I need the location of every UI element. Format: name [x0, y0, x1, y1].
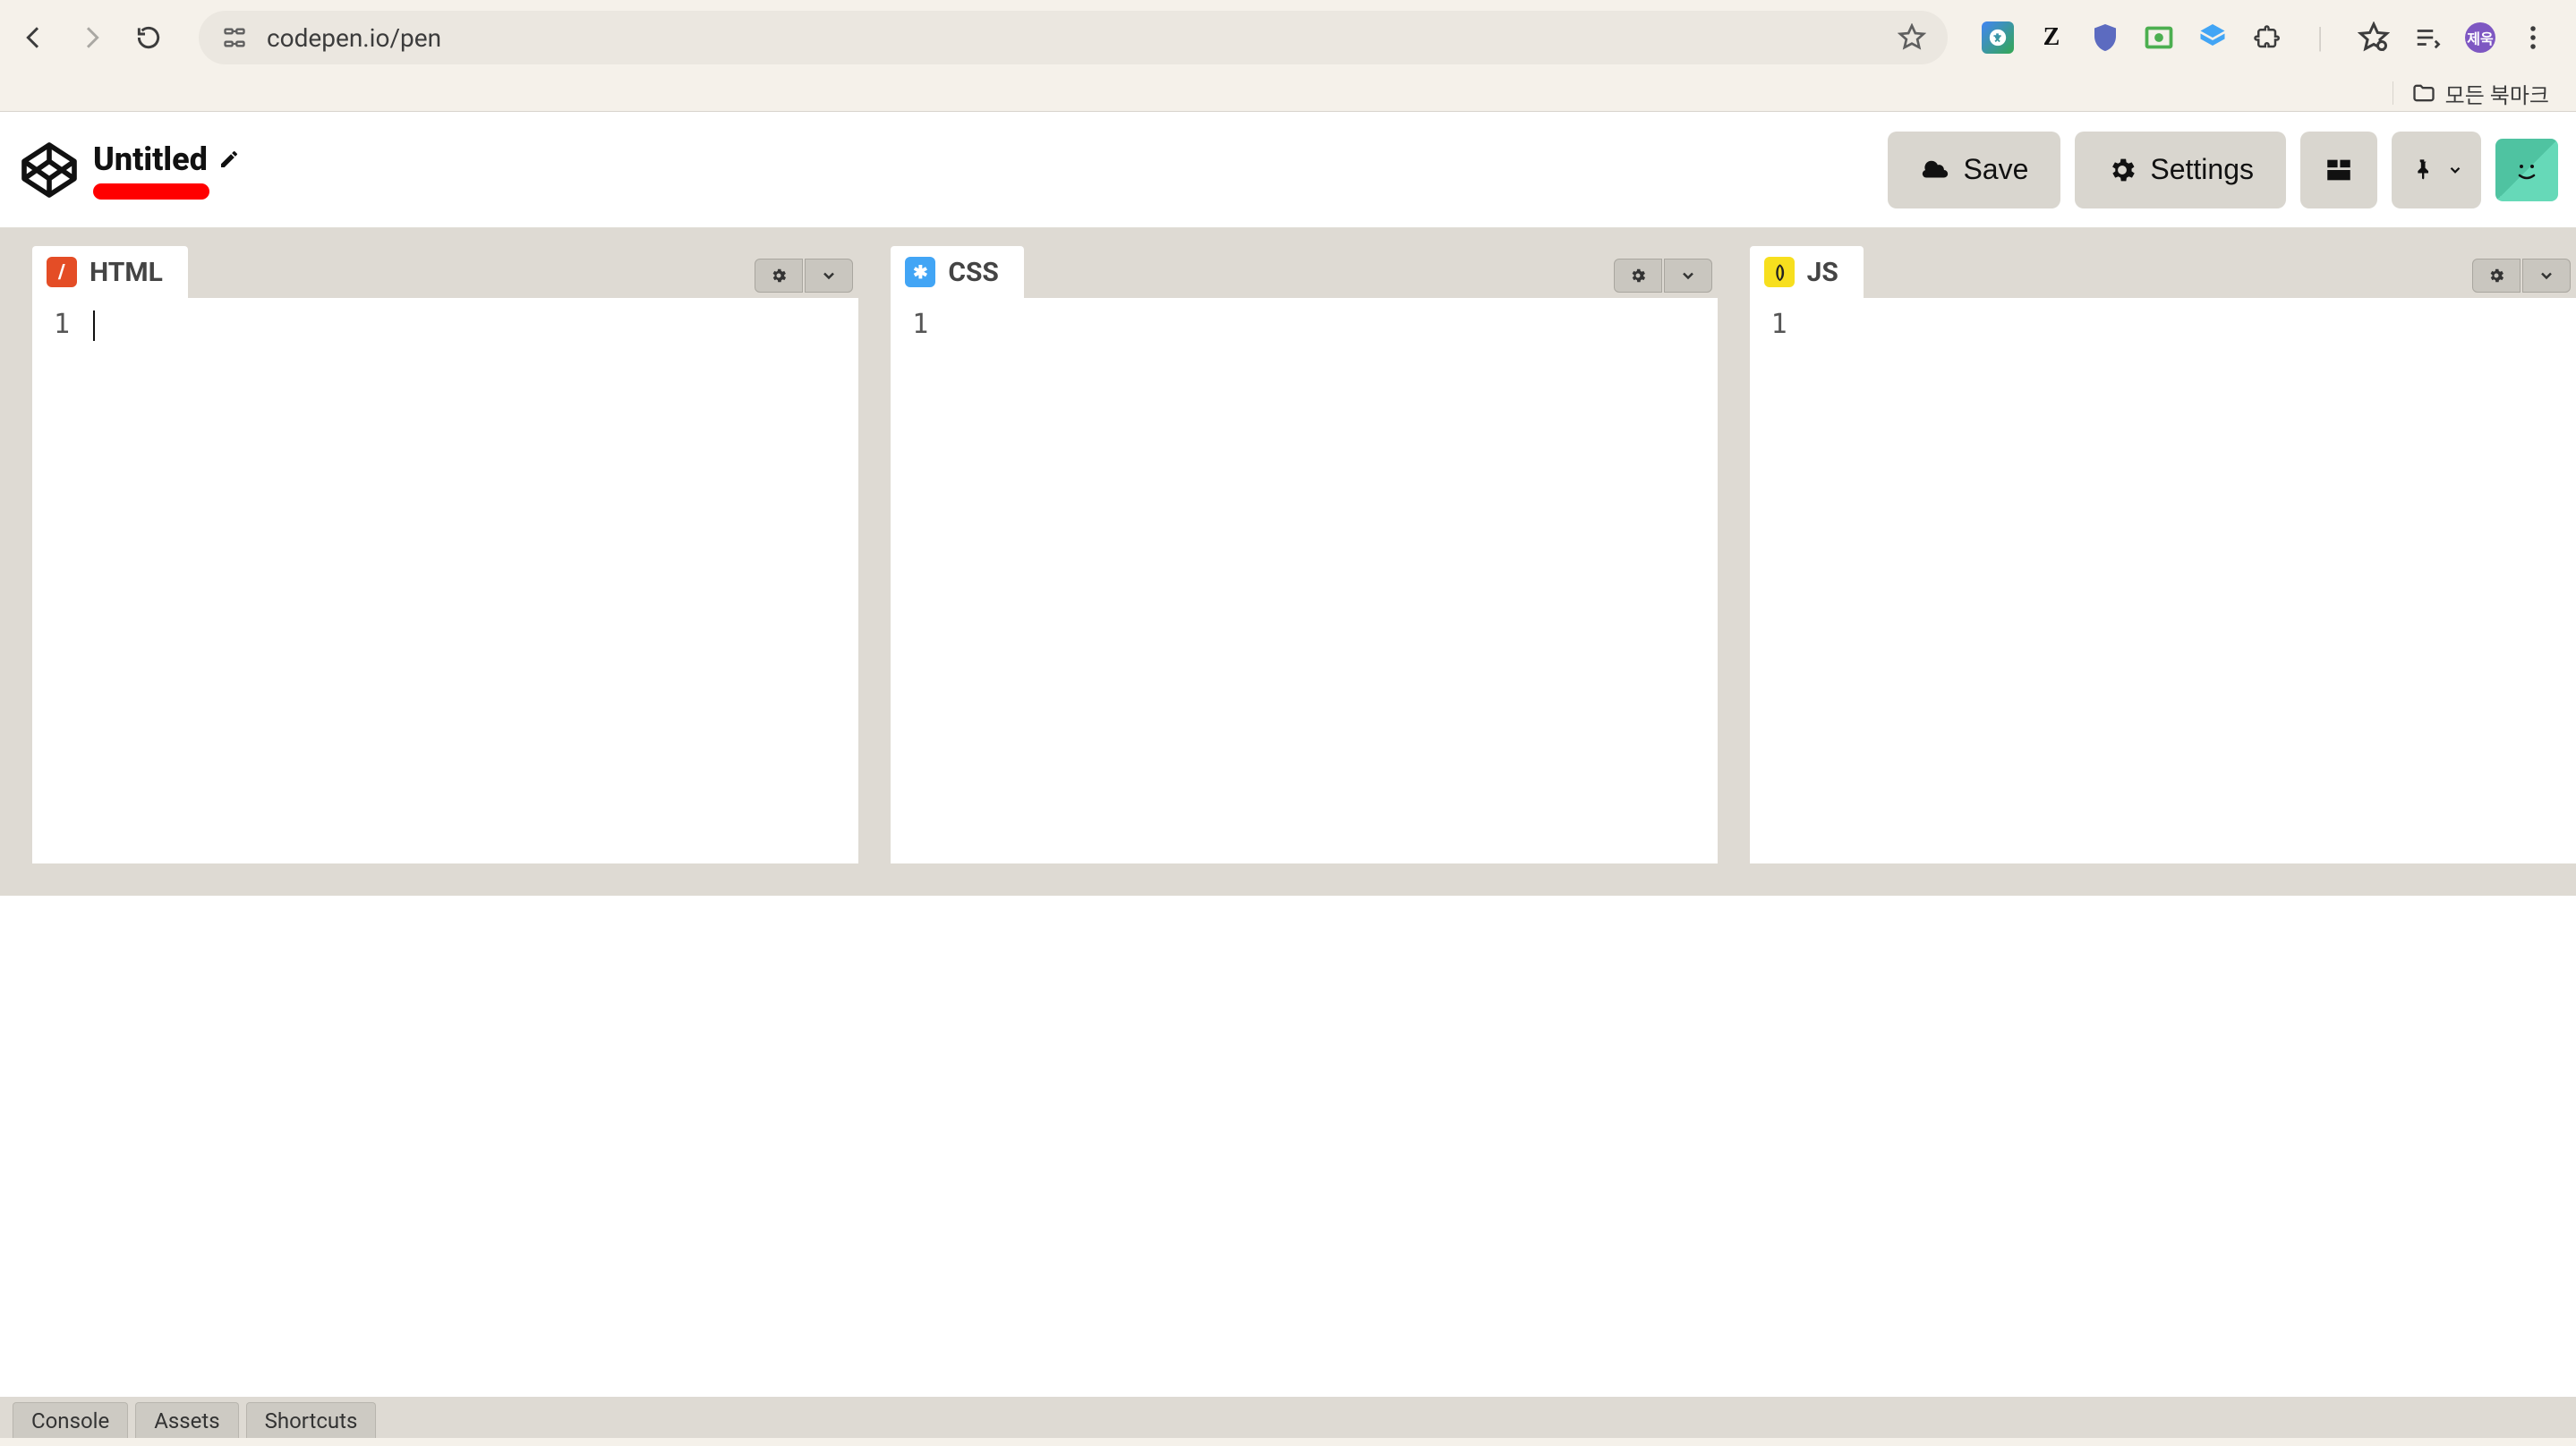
pin-button[interactable]	[2392, 132, 2481, 208]
reload-button[interactable]	[132, 21, 165, 54]
preview-pane[interactable]	[0, 896, 2576, 1397]
footer-bar: Console Assets Shortcuts	[0, 1397, 2576, 1438]
js-code-area[interactable]	[1800, 298, 2576, 863]
blue-extension-icon[interactable]	[2196, 21, 2229, 54]
settings-button[interactable]: Settings	[2075, 132, 2286, 208]
browser-menu-icon[interactable]	[2517, 21, 2549, 54]
settings-label: Settings	[2150, 153, 2254, 186]
layout-button[interactable]	[2300, 132, 2377, 208]
js-editor[interactable]: 1	[1750, 298, 2576, 863]
url-text[interactable]: codepen.io/pen	[267, 23, 1880, 53]
edit-title-icon[interactable]	[218, 149, 240, 170]
forward-button[interactable]	[75, 21, 107, 54]
codepen-logo-icon[interactable]	[18, 139, 81, 201]
user-avatar[interactable]	[2495, 139, 2558, 201]
html-tab[interactable]: HTML	[32, 246, 188, 298]
js-chevron-down-icon[interactable]	[2522, 259, 2571, 293]
browser-toolbar: codepen.io/pen Z | 제욱	[0, 0, 2576, 75]
css-chevron-down-icon[interactable]	[1664, 259, 1712, 293]
z-extension-icon[interactable]: Z	[2035, 21, 2068, 54]
html-panel: HTML 1	[32, 246, 858, 863]
save-button[interactable]: Save	[1888, 132, 2060, 208]
html-editor[interactable]: 1	[32, 298, 858, 863]
codepen-header: Untitled Save Settings	[0, 112, 2576, 228]
html-settings-icon[interactable]	[755, 259, 803, 293]
css-panel: CSS 1	[891, 246, 1717, 863]
extensions-icon[interactable]	[2250, 21, 2282, 54]
css-editor[interactable]: 1	[891, 298, 1717, 863]
editor-area: HTML 1 CSS	[0, 228, 2576, 896]
js-lang-label: JS	[1807, 257, 1838, 288]
back-button[interactable]	[18, 21, 50, 54]
toolbar-separator: |	[2304, 21, 2336, 54]
bookmark-bar: 모든 북마크	[0, 75, 2576, 111]
css-lang-icon	[905, 257, 935, 287]
html-lang-icon	[47, 257, 77, 287]
js-settings-icon[interactable]	[2472, 259, 2521, 293]
cursor-icon	[93, 310, 95, 341]
extension-icons: Z | 제욱	[1982, 21, 2558, 54]
reading-list-icon[interactable]	[2411, 21, 2444, 54]
css-tab[interactable]: CSS	[891, 246, 1024, 298]
bookmark-star-2-icon[interactable]	[2358, 21, 2390, 54]
html-chevron-down-icon[interactable]	[805, 259, 853, 293]
save-label: Save	[1963, 153, 2028, 186]
js-panel: JS 1	[1750, 246, 2576, 863]
bookmark-star-icon[interactable]	[1898, 23, 1926, 52]
html-lang-label: HTML	[90, 257, 163, 288]
author-redacted	[93, 183, 209, 200]
console-button[interactable]: Console	[13, 1402, 128, 1438]
site-info-icon[interactable]	[220, 23, 249, 52]
html-gutter: 1	[32, 298, 82, 863]
css-gutter: 1	[891, 298, 941, 863]
google-translate-icon[interactable]	[1982, 21, 2014, 54]
js-tab[interactable]: JS	[1750, 246, 1864, 298]
css-lang-label: CSS	[948, 257, 999, 288]
address-bar[interactable]: codepen.io/pen	[199, 11, 1948, 64]
js-lang-icon	[1764, 257, 1795, 287]
shortcuts-button[interactable]: Shortcuts	[246, 1402, 377, 1438]
green-extension-icon[interactable]	[2143, 21, 2175, 54]
all-bookmarks-button[interactable]: 모든 북마크	[2411, 78, 2549, 109]
pen-title[interactable]: Untitled	[93, 140, 208, 178]
css-settings-icon[interactable]	[1614, 259, 1662, 293]
profile-avatar-icon[interactable]: 제욱	[2465, 22, 2495, 53]
html-code-area[interactable]	[82, 298, 858, 863]
all-bookmarks-label: 모든 북마크	[2445, 78, 2549, 109]
js-gutter: 1	[1750, 298, 1800, 863]
css-code-area[interactable]	[941, 298, 1717, 863]
assets-button[interactable]: Assets	[135, 1402, 238, 1438]
shield-extension-icon[interactable]	[2089, 21, 2121, 54]
